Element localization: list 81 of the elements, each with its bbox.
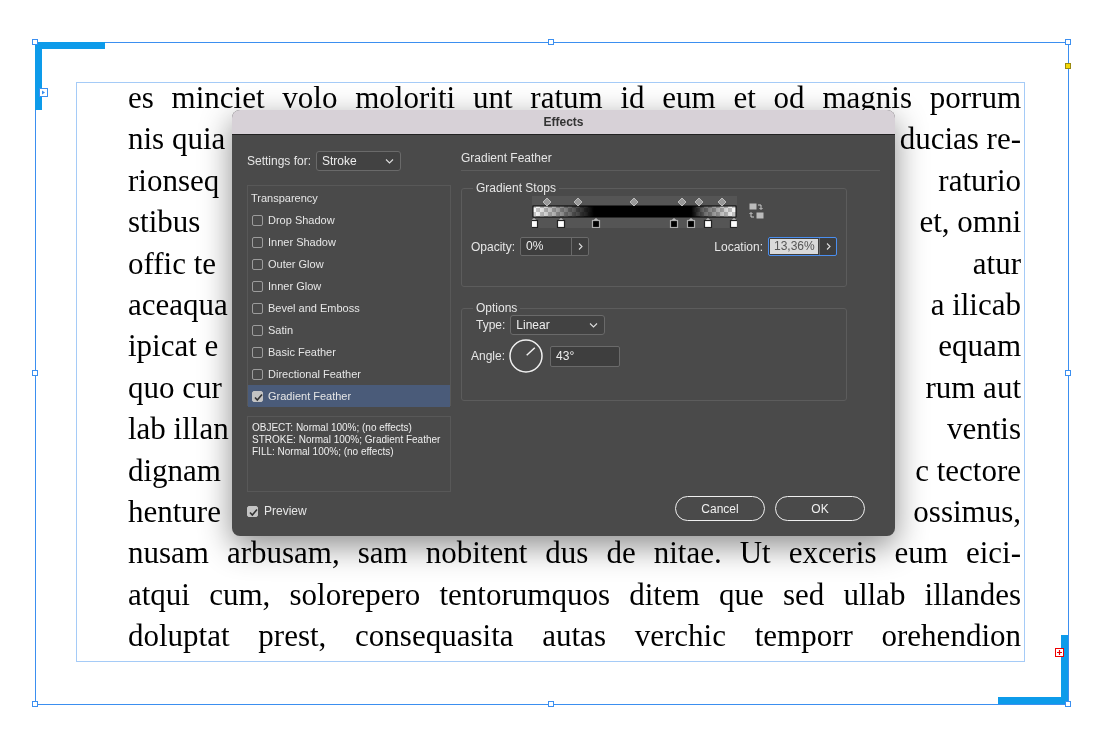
checkbox[interactable] bbox=[252, 280, 263, 292]
dialog-button[interactable]: OK bbox=[775, 496, 865, 521]
field-label: Settings for: bbox=[247, 154, 312, 168]
checkbox[interactable] bbox=[252, 214, 263, 226]
effect-list-item[interactable]: Inner Glow bbox=[248, 275, 450, 297]
type-dropdown[interactable]: Linear bbox=[510, 315, 606, 335]
chevron-icon bbox=[824, 242, 832, 251]
selection-handle[interactable] bbox=[1065, 39, 1071, 45]
effect-list-item[interactable]: Satin bbox=[248, 319, 450, 341]
body-text-fragment: rum aut bbox=[925, 368, 1021, 407]
body-text-fragment: aceaqua bbox=[128, 285, 228, 324]
list-heading[interactable]: Transparency bbox=[248, 190, 450, 209]
settings-dropdown[interactable]: Stroke bbox=[316, 151, 402, 171]
checkbox[interactable] bbox=[252, 302, 263, 314]
body-text-fragment: c tectore bbox=[915, 451, 1021, 490]
selection-handle[interactable] bbox=[548, 701, 554, 707]
selection-handle[interactable] bbox=[32, 370, 38, 376]
body-text-fragment: equam bbox=[938, 327, 1021, 366]
group-legend: Gradient Stops bbox=[473, 181, 560, 195]
body-text-fragment: offic te bbox=[128, 244, 217, 283]
body-text-line: doluptat prest, consequasita autas verchic temporr orehendion bbox=[128, 617, 1021, 656]
body-text-fragment: nis quia bbox=[128, 120, 226, 159]
angle-dial[interactable] bbox=[509, 339, 544, 373]
checkbox[interactable] bbox=[252, 258, 263, 270]
body-text-fragment: henture bbox=[128, 492, 221, 531]
corner-option-handle[interactable] bbox=[1065, 63, 1071, 69]
in-port-icon[interactable] bbox=[39, 88, 48, 97]
body-text-fragment: quo cur bbox=[128, 368, 222, 407]
body-text-fragment: a ilicab bbox=[930, 285, 1021, 324]
effect-list-item[interactable]: Inner Shadow bbox=[248, 231, 450, 253]
reverse-gradient-icon[interactable] bbox=[749, 203, 764, 219]
body-text-fragment: ducias re- bbox=[899, 120, 1021, 159]
selection-handle[interactable] bbox=[1065, 370, 1071, 376]
effect-list-item[interactable]: Directional Feather bbox=[248, 363, 450, 385]
selection-handle[interactable] bbox=[548, 39, 554, 45]
location-field[interactable]: 13,36% bbox=[768, 237, 837, 256]
effect-list-item[interactable]: Drop Shadow bbox=[248, 209, 450, 231]
checkbox[interactable] bbox=[252, 390, 263, 402]
group-legend: Options bbox=[473, 301, 521, 315]
chevron-icon bbox=[576, 242, 584, 251]
field-label: Angle: bbox=[471, 349, 506, 363]
selection-handle[interactable] bbox=[32, 701, 38, 707]
caret-icon bbox=[589, 322, 599, 328]
body-text-fragment: raturio bbox=[938, 161, 1021, 200]
checkbox[interactable] bbox=[252, 324, 263, 336]
summary-text: STROKE: Normal 100%; Gradient Feather bbox=[252, 434, 442, 446]
body-text-fragment: rionseq bbox=[128, 161, 220, 200]
summary-text: FILL: Normal 100%; (no effects) bbox=[252, 446, 395, 458]
panel-title: Gradient Feather bbox=[461, 151, 880, 171]
checkbox[interactable] bbox=[252, 236, 263, 248]
checkbox[interactable] bbox=[252, 346, 263, 358]
checkbox-label: Preview bbox=[264, 504, 307, 518]
body-text-fragment: stibus bbox=[128, 203, 201, 242]
body-text-fragment: lab illan bbox=[128, 410, 229, 449]
body-text-line: nusam arbusam, sam nobitent dus de nitae. Ut exceris eum eici- bbox=[128, 534, 1021, 573]
effect-list-item[interactable]: Basic Feather bbox=[248, 341, 450, 363]
effect-list-item[interactable]: Gradient Feather bbox=[248, 385, 450, 407]
dialog-button[interactable]: Cancel bbox=[675, 496, 765, 521]
summary-text: OBJECT: Normal 100%; (no effects) bbox=[252, 422, 413, 434]
field-label: Opacity: bbox=[471, 239, 515, 254]
caret-icon bbox=[385, 158, 395, 164]
dialog-title-bar: Effects bbox=[232, 110, 895, 135]
body-text-fragment: dignam bbox=[128, 451, 221, 490]
selection-handle[interactable] bbox=[32, 39, 38, 45]
body-text-fragment: ipicat e bbox=[128, 327, 219, 366]
overset-text-icon[interactable] bbox=[1055, 648, 1064, 657]
body-text-fragment: ossimus, bbox=[913, 492, 1021, 531]
gradient-slider-drawing[interactable] bbox=[532, 196, 737, 228]
body-text-fragment: et, omni bbox=[919, 203, 1021, 242]
field-label: Type: bbox=[476, 318, 506, 332]
body-text-fragment: ventis bbox=[946, 410, 1021, 449]
field-label: Location: bbox=[714, 239, 763, 254]
checkbox[interactable] bbox=[247, 505, 258, 517]
body-text-line: atqui cum, solorepero tentorumquos ditem que sed ullab illandes bbox=[128, 575, 1021, 614]
selection-handle[interactable] bbox=[1065, 701, 1071, 707]
angle-field[interactable]: 43° bbox=[550, 345, 621, 367]
opacity-field[interactable]: 0% bbox=[520, 237, 589, 256]
body-text-fragment: atur bbox=[972, 244, 1021, 283]
effect-list-item[interactable]: Outer Glow bbox=[248, 253, 450, 275]
effect-list-item[interactable]: Bevel and Emboss bbox=[248, 297, 450, 319]
checkbox[interactable] bbox=[252, 368, 263, 380]
